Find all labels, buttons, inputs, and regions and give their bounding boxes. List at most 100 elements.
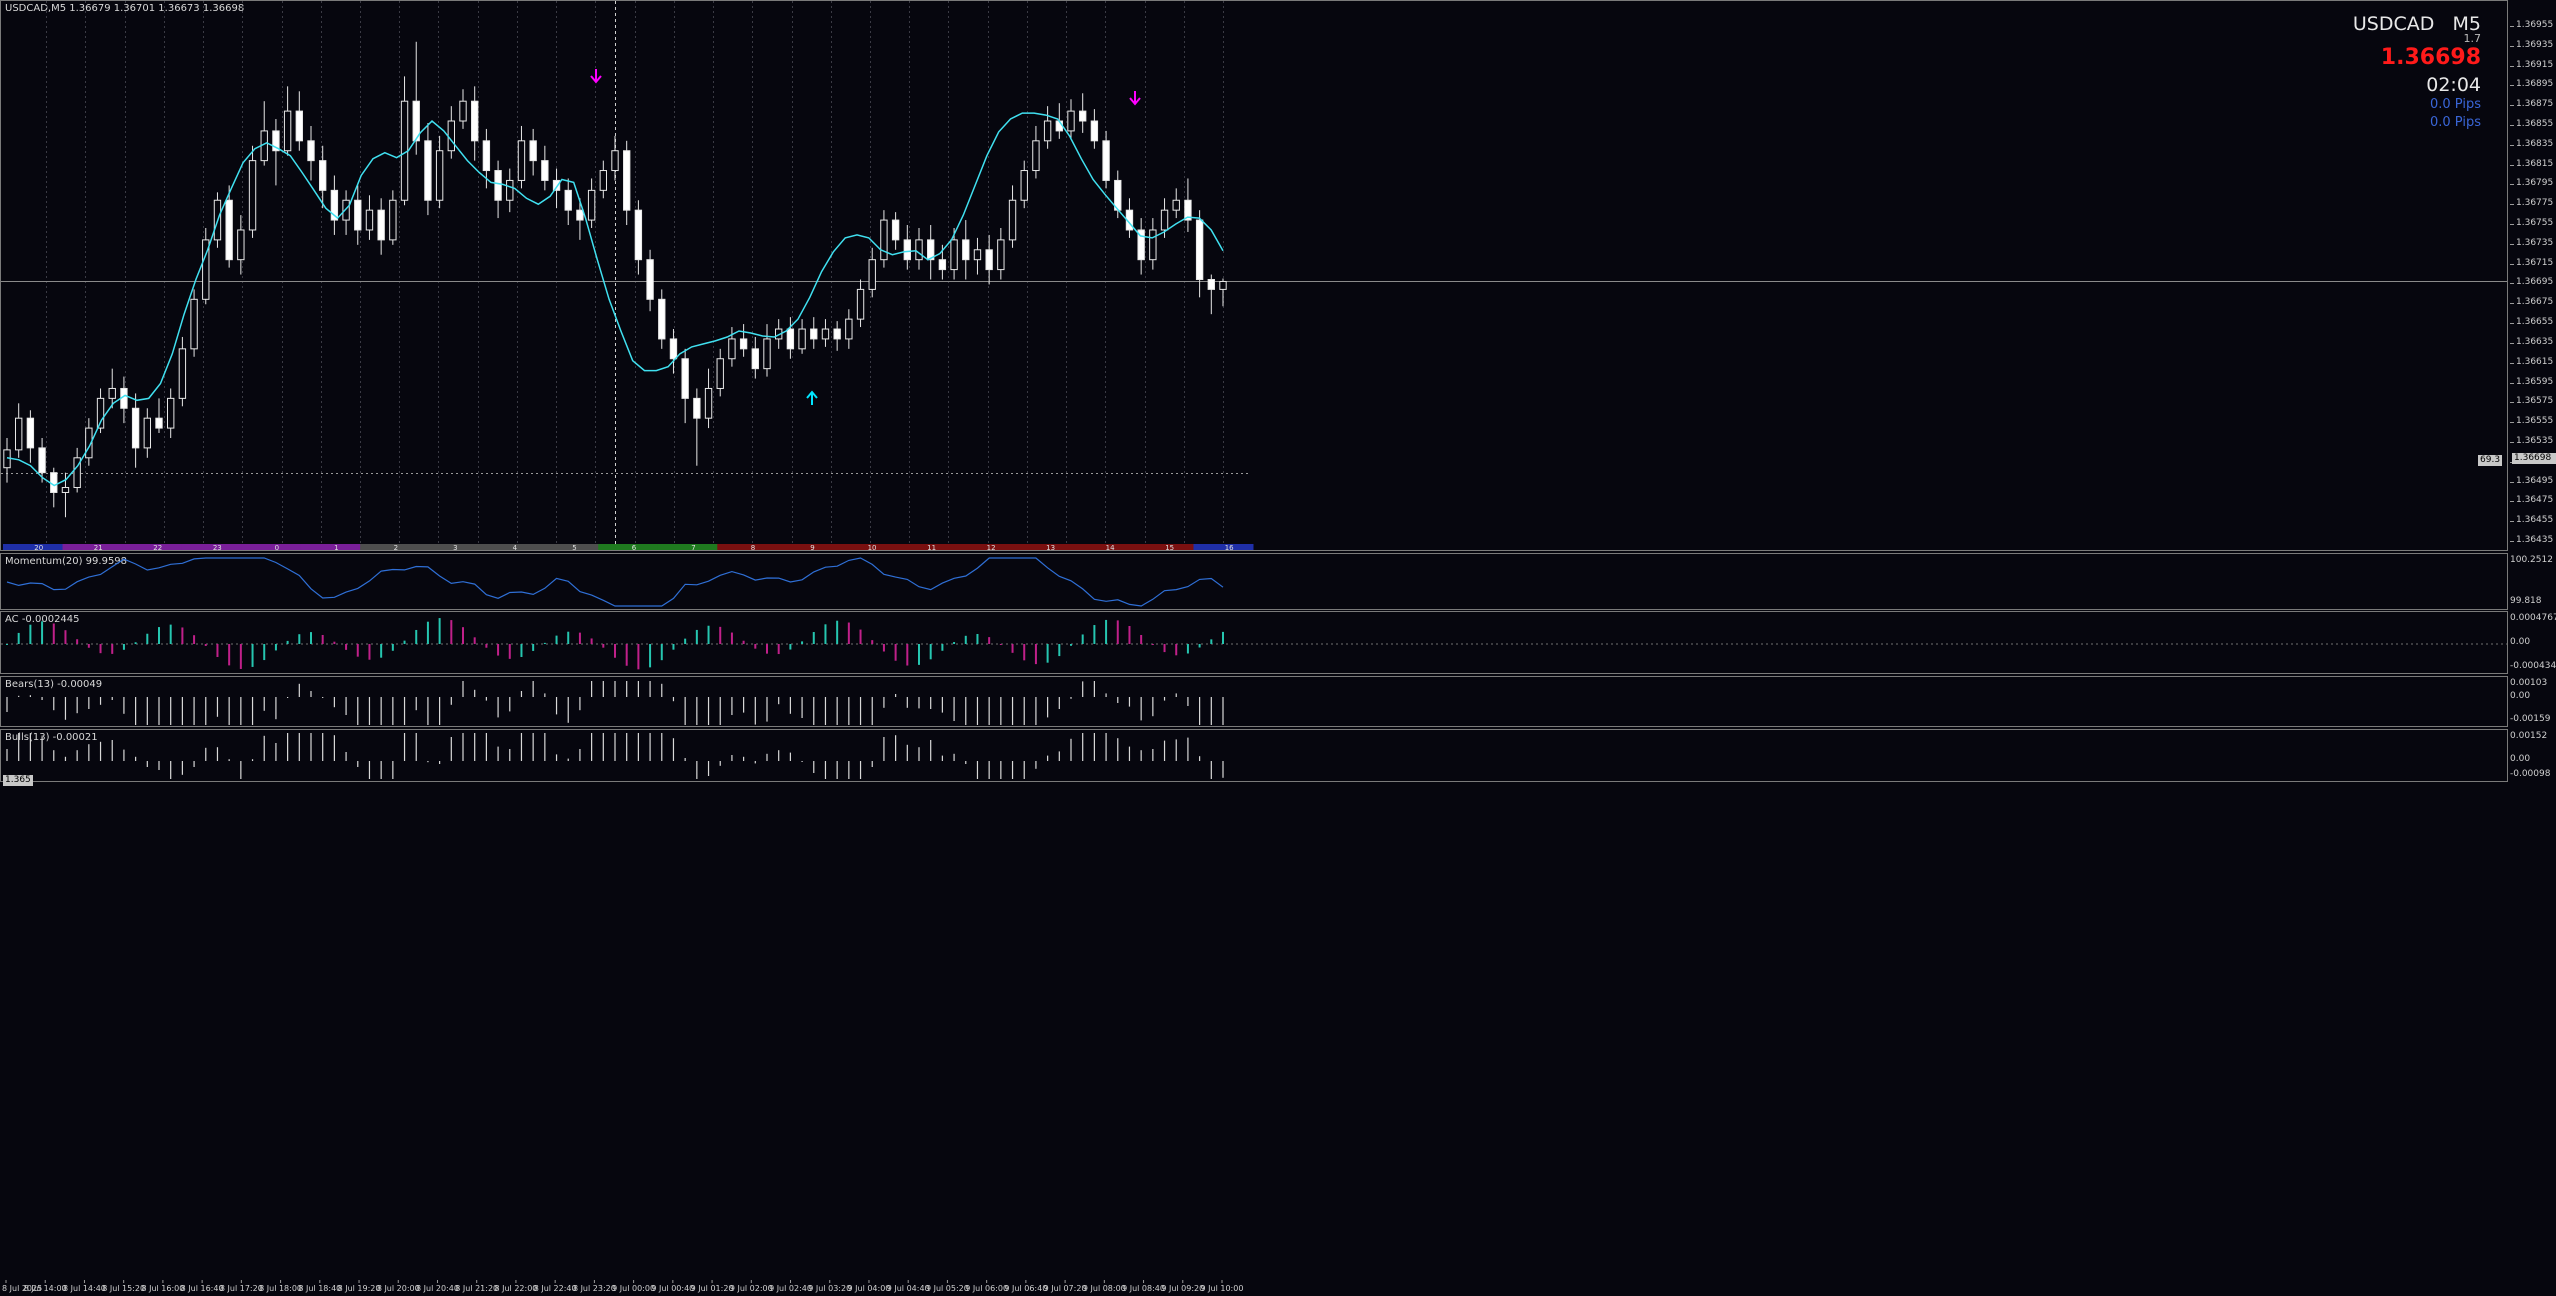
bulls-bar: [1199, 756, 1201, 761]
time-label: 8 Jul 17:20: [220, 1284, 263, 1293]
bulls-bar: [333, 735, 335, 761]
candle: [915, 227, 923, 270]
bulls-bar: [614, 733, 616, 761]
bulls-bar: [988, 761, 990, 779]
candle: [1149, 218, 1157, 270]
candle: [3, 437, 11, 483]
main-chart-pane[interactable]: USDCAD,M5 1.36679 1.36701 1.36673 1.3669…: [0, 0, 2508, 551]
candle: [143, 408, 151, 458]
ac-bar: [976, 633, 979, 644]
bulls-bar: [427, 761, 429, 763]
bears-bar: [1117, 697, 1119, 703]
ac-bar: [438, 618, 441, 644]
bears-bar: [1222, 697, 1224, 725]
bears-bar: [649, 681, 651, 697]
candle: [704, 368, 713, 429]
ac-bar: [1046, 644, 1049, 663]
momentum-scale: 100.2512 99.818: [2510, 553, 2556, 610]
bears-bar: [883, 697, 885, 708]
ac-bar: [1175, 644, 1178, 656]
price-tick: [2510, 441, 2514, 443]
candle: [716, 348, 724, 397]
ac-bar: [918, 644, 920, 665]
ac-bar: [1186, 644, 1189, 654]
price-tick: [2510, 541, 2514, 542]
price-axis[interactable]: 1.36955 1.36935 1.36915 1.36895 1.36875 1.368…: [2510, 0, 2556, 551]
hour-label: 6: [632, 544, 637, 550]
time-label: 8 Jul 20:00: [377, 1284, 420, 1293]
price-tick-label: 1.36615: [2516, 356, 2554, 367]
bears-pane[interactable]: Bears(13) -0.00049: [0, 676, 2508, 727]
hour-segment: 10: [836, 544, 897, 550]
ac-bar: [578, 632, 581, 644]
bears-bar: [859, 697, 862, 725]
hour-label: 13: [1046, 544, 1055, 550]
hour-segment: 22: [122, 544, 183, 550]
buy-arrow-icon: [806, 390, 818, 405]
bulls-bar: [1035, 761, 1037, 769]
bears-bar: [380, 697, 382, 725]
ac-bar: [473, 637, 476, 644]
bulls-bar: [439, 761, 441, 764]
price-tick: [2510, 422, 2514, 424]
time-axis[interactable]: 8 Jul 20258 Jul 14:008 Jul 14:408 Jul 15…: [0, 1280, 2508, 1294]
ac-bar: [532, 644, 535, 651]
bears-bar: [684, 697, 686, 725]
ac-bar: [111, 644, 114, 654]
bears-bar: [18, 695, 20, 697]
bears-bar: [64, 697, 67, 720]
hour-label: 0: [275, 544, 279, 550]
ac-bar: [871, 640, 874, 644]
candle: [751, 336, 759, 379]
hour-segment: 11: [895, 544, 956, 550]
bears-bar: [509, 697, 511, 712]
candle: [155, 398, 163, 434]
ac-bar: [1210, 639, 1213, 644]
bulls-bar: [743, 756, 745, 761]
bulls-bar: [579, 749, 581, 761]
bears-bar: [1011, 697, 1014, 725]
bears-bar: [368, 697, 371, 725]
bears-bar: [1163, 697, 1166, 701]
bears-bar: [1000, 697, 1002, 725]
price-tick-label: 1.36575: [2516, 396, 2554, 407]
bulls-bar: [485, 733, 487, 761]
bears-bar: [567, 697, 569, 723]
bears-bar: [707, 697, 710, 725]
ac-bar: [462, 627, 464, 644]
sell-arrow-icon: [590, 69, 602, 84]
bears-bar: [123, 697, 125, 714]
level-tag: 1.365: [3, 775, 33, 786]
bears-bar: [731, 697, 733, 715]
bears-bar: [953, 697, 955, 721]
ac-bar: [602, 644, 605, 648]
bulls-bar: [1175, 739, 1177, 761]
ac-pane[interactable]: AC -0.0002445: [0, 611, 2508, 674]
candle: [365, 195, 374, 240]
candle: [973, 237, 982, 275]
bulls-bar: [403, 733, 406, 761]
bulls-pane[interactable]: Bulls(13) -0.00021: [0, 729, 2508, 782]
candle: [985, 234, 993, 285]
time-label: 9 Jul 05:20: [926, 1284, 969, 1293]
candlestick-chart[interactable]: 20 21 22 23 0 1 2 3 4 5 6 7 8 9 10 11 12 13 14 15 16: [1, 1, 2507, 550]
hour-segment: 8: [717, 544, 778, 550]
momentum-pane[interactable]: Momentum(20) 99.9598: [0, 553, 2508, 610]
candle: [190, 289, 198, 357]
candle: [541, 145, 549, 191]
ac-bar: [543, 642, 546, 644]
bears-bar: [1140, 697, 1142, 721]
hour-label: 7: [691, 544, 695, 550]
bulls-bar: [754, 761, 756, 764]
bulls-bar: [520, 733, 523, 761]
ac-bar: [193, 635, 196, 644]
candle: [447, 106, 455, 159]
candle: [1207, 274, 1215, 315]
ac-bar: [274, 644, 277, 651]
bears-bar: [801, 697, 803, 718]
candle: [810, 317, 818, 349]
candle: [424, 122, 432, 216]
hour-label: 8: [751, 544, 755, 550]
sell-arrow-icon: [1129, 91, 1141, 106]
bulls-bar: [392, 761, 394, 779]
